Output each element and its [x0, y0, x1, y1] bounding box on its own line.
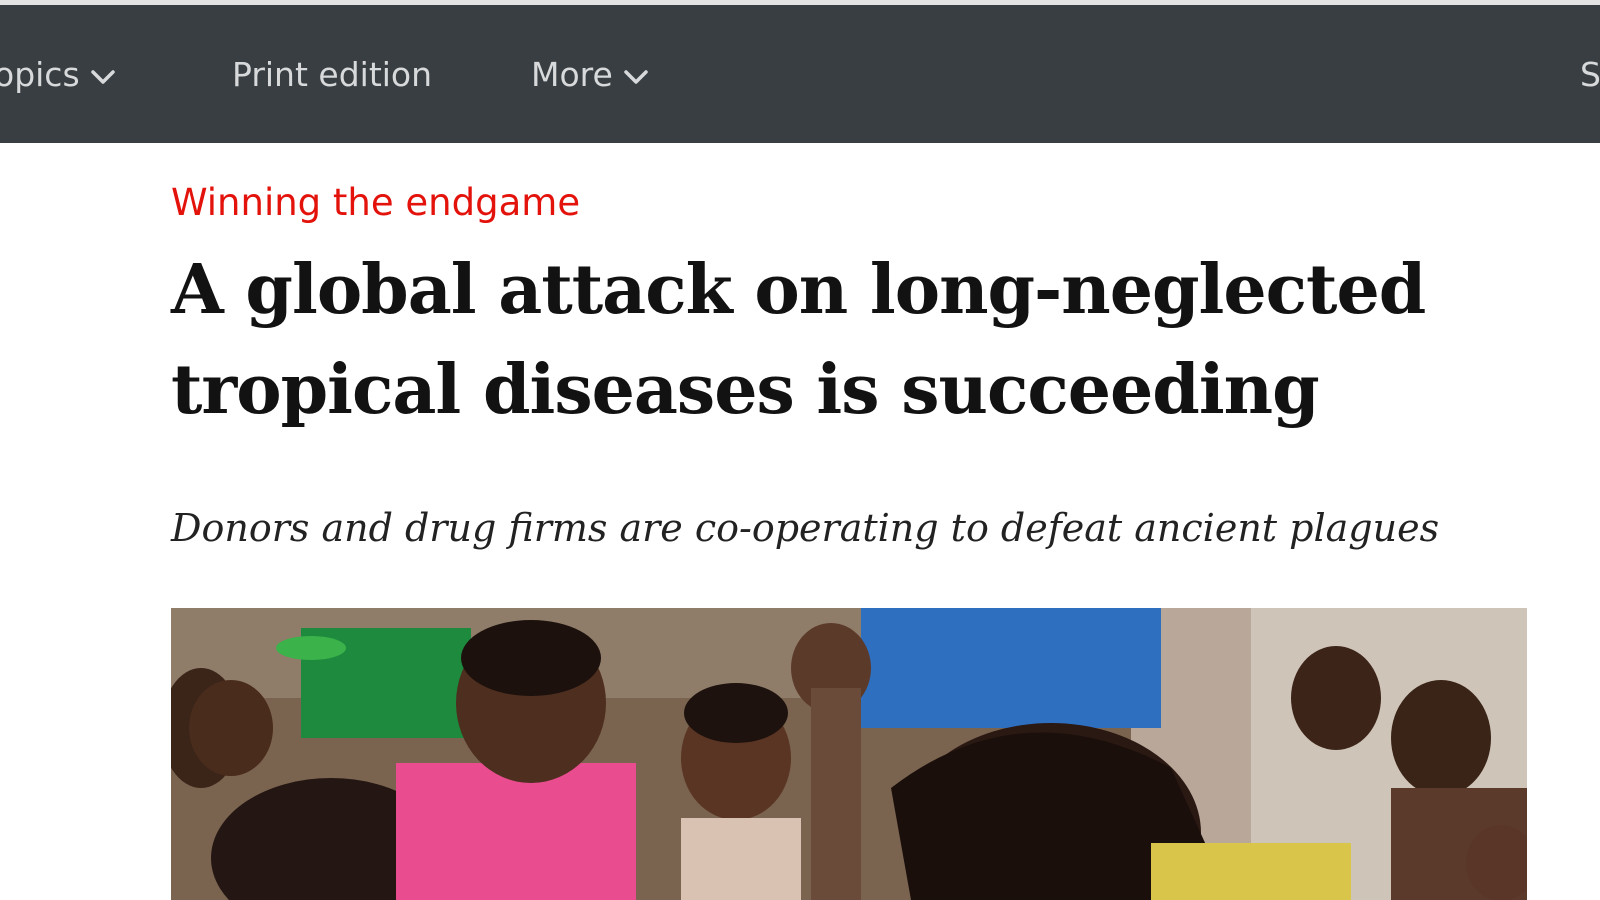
- nav-item-topics-label: opics: [0, 55, 80, 94]
- hero-image: [171, 608, 1527, 900]
- nav-item-topics[interactable]: opics: [0, 55, 116, 95]
- nav-item-search-label: S: [1580, 55, 1600, 94]
- chevron-down-icon: [90, 55, 116, 95]
- nav-item-more-label: More: [531, 55, 613, 94]
- nav-item-print-edition-label: Print edition: [232, 55, 433, 94]
- nav-item-more[interactable]: More: [531, 55, 649, 95]
- nav-item-search[interactable]: S: [1580, 55, 1600, 95]
- chevron-down-icon: [623, 55, 649, 95]
- article-subheadline: Donors and drug firms are co-operating t…: [171, 506, 1440, 550]
- nav-item-print-edition[interactable]: Print edition: [232, 55, 432, 95]
- top-navigation-bar: opics Print edition More S: [0, 5, 1600, 143]
- article-rubric: Winning the endgame: [171, 181, 581, 224]
- hero-photo-children-crowd: [171, 608, 1527, 900]
- article-headline: A global attack on long-neglected tropic…: [171, 250, 1426, 430]
